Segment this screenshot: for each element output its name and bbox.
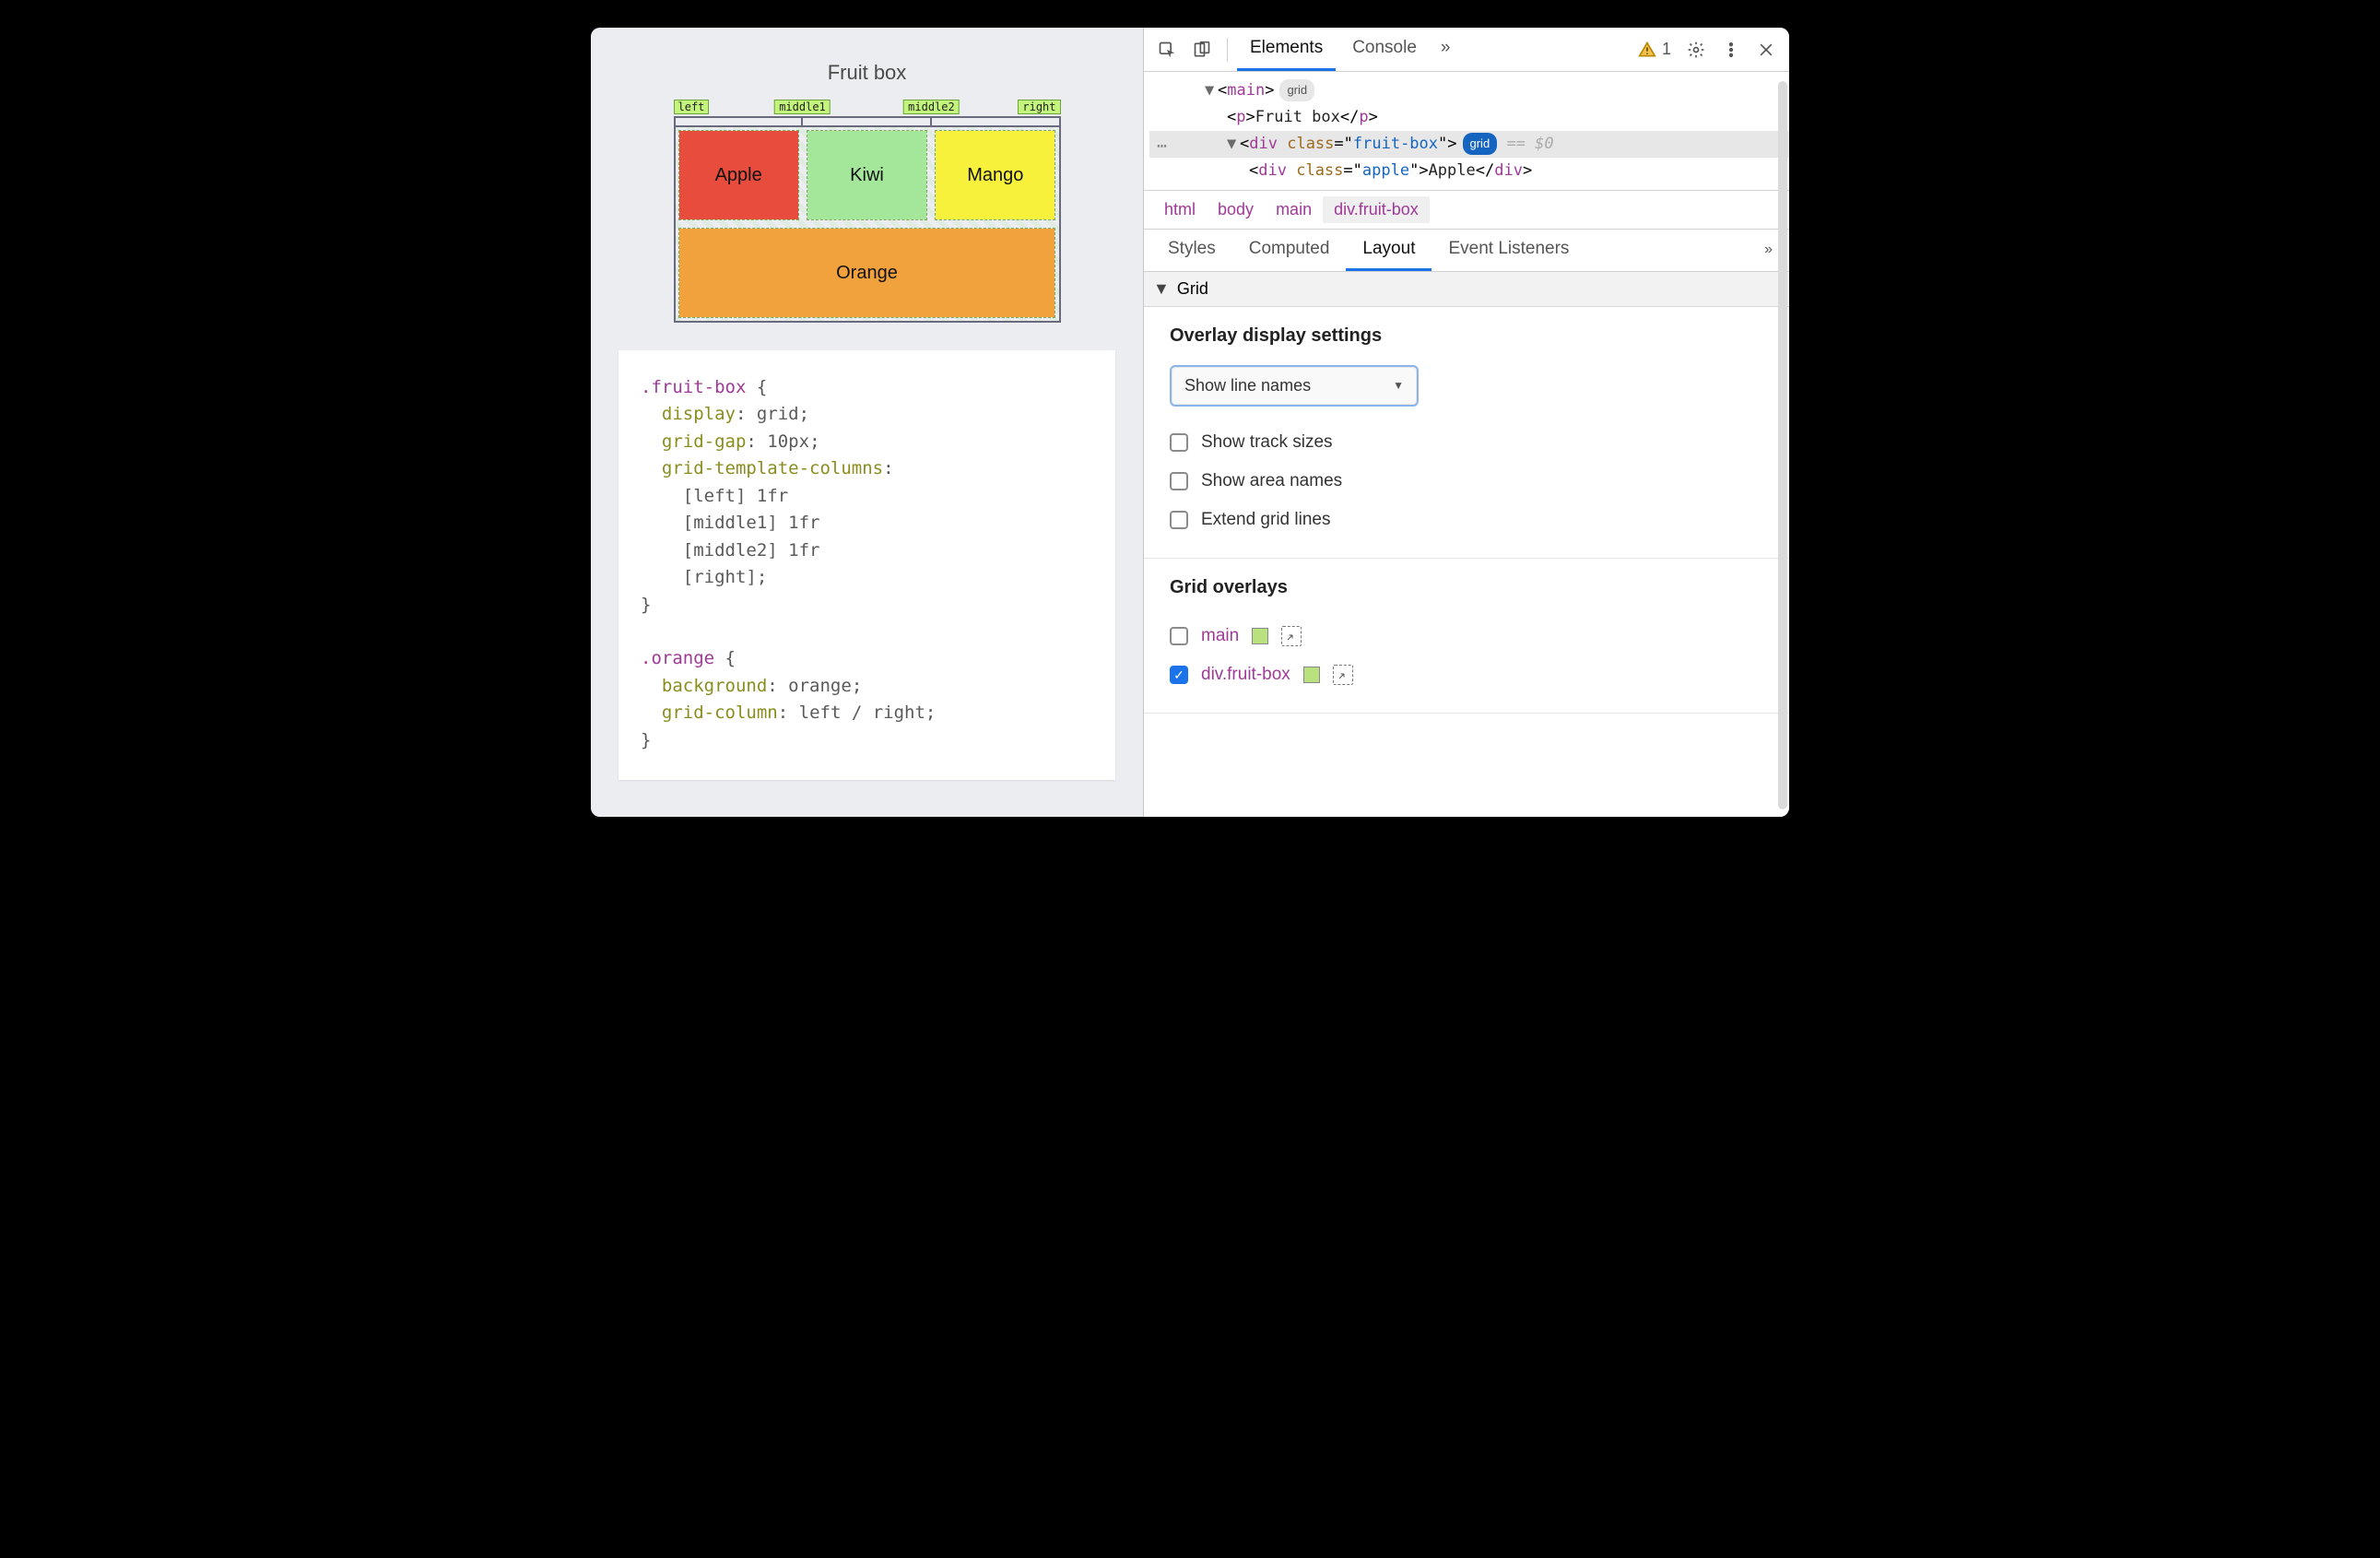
option-label: Extend grid lines: [1201, 510, 1330, 530]
settings-gear-icon[interactable]: [1680, 34, 1712, 65]
line-labels-select-value: Show line names: [1184, 376, 1311, 395]
chevron-down-icon: ▼: [1393, 379, 1404, 392]
crumb-html[interactable]: html: [1153, 196, 1207, 223]
dom-node-p[interactable]: <p>Fruit box</p>: [1149, 104, 1789, 131]
dom-node-main[interactable]: ▼<main>grid: [1149, 77, 1789, 104]
grid-section-header[interactable]: ▼ Grid: [1144, 272, 1789, 307]
devtools-pane: Elements Console » 1 ▼<main>grid: [1144, 28, 1789, 817]
line-labels-select[interactable]: Show line names ▼: [1170, 365, 1419, 407]
css-snippet: .fruit-box { display: grid; grid-gap: 10…: [641, 374, 1093, 754]
subtab-event-listeners[interactable]: Event Listeners: [1432, 230, 1585, 271]
tab-console[interactable]: Console: [1339, 28, 1430, 71]
color-swatch[interactable]: [1303, 667, 1320, 683]
styles-pane-tabs: Styles Computed Layout Event Listeners »: [1144, 230, 1789, 272]
devtools-toolbar: Elements Console » 1: [1144, 28, 1789, 72]
fruit-box-grid[interactable]: Apple Kiwi Mango Orange: [674, 125, 1061, 323]
grid-line-name-labels: left middle1 middle2 right: [674, 100, 1061, 116]
color-swatch[interactable]: [1252, 628, 1268, 644]
option-label: Show track sizes: [1201, 432, 1333, 453]
checkbox[interactable]: [1170, 511, 1188, 529]
overlay-label: div.fruit-box: [1201, 665, 1290, 685]
grid-pill-selected[interactable]: grid: [1463, 133, 1498, 155]
subtab-layout[interactable]: Layout: [1346, 230, 1432, 271]
overlay-display-settings: Overlay display settings Show line names…: [1144, 307, 1789, 559]
subtab-styles[interactable]: Styles: [1151, 230, 1232, 271]
grid-pill[interactable]: grid: [1279, 79, 1314, 101]
close-icon[interactable]: [1750, 34, 1782, 65]
reveal-element-icon[interactable]: [1333, 665, 1353, 685]
grid-line-ticks: [674, 116, 1061, 125]
grid-section-title: Grid: [1177, 279, 1208, 299]
crumb-main[interactable]: main: [1265, 196, 1323, 223]
tab-overflow[interactable]: »: [1433, 28, 1458, 71]
dom-node-apple[interactable]: <div class="apple">Apple</div>: [1149, 158, 1789, 184]
tab-elements[interactable]: Elements: [1237, 28, 1336, 71]
css-snippet-card: .fruit-box { display: grid; grid-gap: 10…: [619, 350, 1115, 780]
grid-line-label-right: right: [1018, 100, 1060, 114]
layout-panel: ▼ Grid Overlay display settings Show lin…: [1144, 272, 1789, 818]
scrollbar[interactable]: [1778, 81, 1787, 809]
grid-overlays-heading: Grid overlays: [1170, 577, 1763, 598]
grid-overlays-group: Grid overlays main div.fruit-box: [1144, 559, 1789, 714]
warning-count: 1: [1662, 40, 1671, 59]
device-toggle-icon[interactable]: [1186, 34, 1218, 65]
crumb-fruit-box[interactable]: div.fruit-box: [1323, 196, 1430, 223]
grid-overlay-row-main[interactable]: main: [1170, 617, 1763, 655]
subtab-computed[interactable]: Computed: [1232, 230, 1347, 271]
option-label: Show area names: [1201, 471, 1342, 491]
grid-line-label-middle2: middle2: [903, 100, 960, 114]
checkbox[interactable]: [1170, 472, 1188, 490]
option-extend-grid-lines[interactable]: Extend grid lines: [1170, 501, 1763, 539]
rendered-page-pane: Fruit box left middle1 middle2 right App…: [591, 28, 1144, 817]
warning-badge[interactable]: 1: [1632, 40, 1677, 59]
dom-tree[interactable]: ▼<main>grid <p>Fruit box</p> ▼<div class…: [1144, 72, 1789, 191]
warning-icon: [1638, 41, 1656, 59]
cell-mango: Mango: [936, 131, 1055, 219]
checkbox[interactable]: [1170, 627, 1188, 645]
inspect-element-icon[interactable]: [1151, 34, 1183, 65]
cell-kiwi: Kiwi: [807, 131, 926, 219]
option-show-track-sizes[interactable]: Show track sizes: [1170, 423, 1763, 462]
dom-node-fruit-box[interactable]: ▼<div class="fruit-box">grid == $0: [1149, 131, 1789, 158]
option-show-area-names[interactable]: Show area names: [1170, 462, 1763, 501]
overlay-settings-heading: Overlay display settings: [1170, 325, 1763, 347]
grid-overlay-wrap: left middle1 middle2 right Apple Kiwi Ma…: [674, 100, 1061, 323]
crumb-body[interactable]: body: [1207, 196, 1265, 223]
cell-apple: Apple: [679, 131, 798, 219]
grid-line-label-left: left: [674, 100, 710, 114]
checkbox[interactable]: [1170, 666, 1188, 684]
overlay-label: main: [1201, 626, 1239, 646]
cell-orange: Orange: [679, 229, 1055, 317]
selected-node-marker: == $0: [1506, 135, 1553, 153]
app-window: Fruit box left middle1 middle2 right App…: [591, 28, 1789, 817]
checkbox[interactable]: [1170, 433, 1188, 452]
reveal-element-icon[interactable]: [1281, 626, 1302, 646]
page-title: Fruit box: [609, 61, 1125, 85]
kebab-menu-icon[interactable]: [1715, 34, 1747, 65]
dom-breadcrumbs: html body main div.fruit-box: [1144, 191, 1789, 230]
grid-overlay-row-fruit-box[interactable]: div.fruit-box: [1170, 655, 1763, 694]
grid-line-label-middle1: middle1: [774, 100, 831, 114]
